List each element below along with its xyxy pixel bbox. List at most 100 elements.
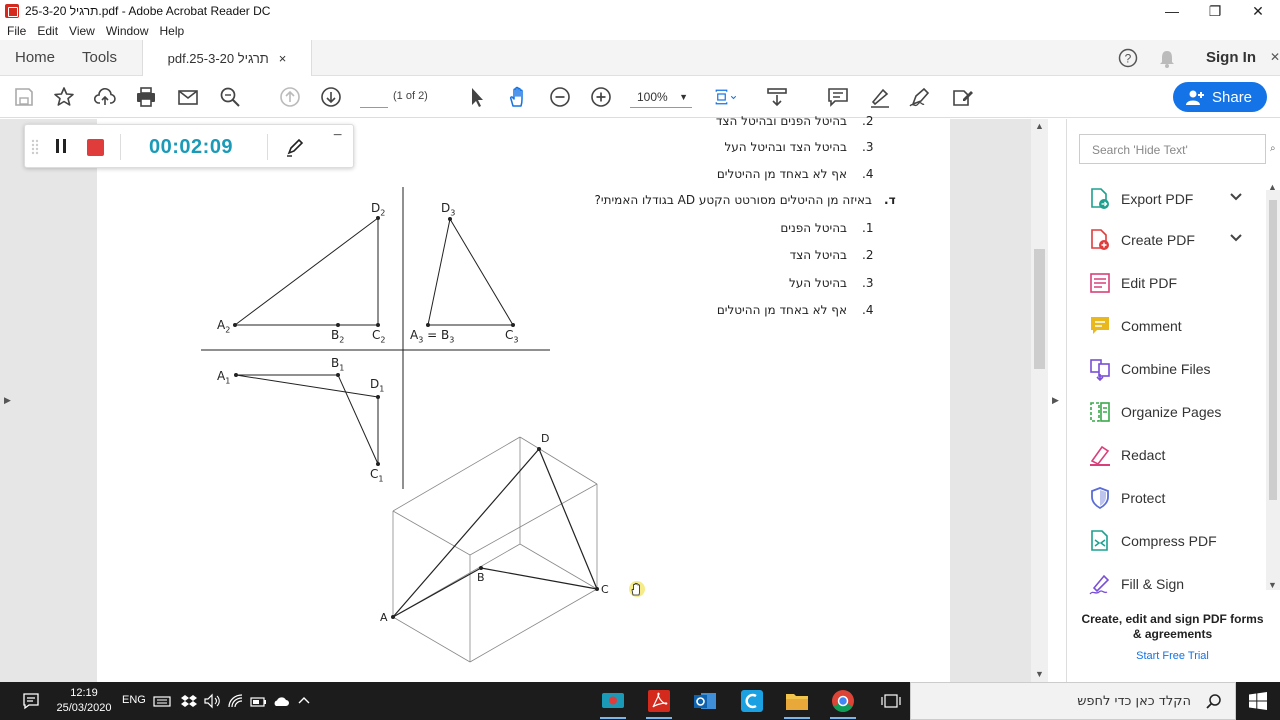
app-c-icon (741, 690, 763, 712)
find-search-icon[interactable] (218, 85, 242, 109)
menu-help[interactable]: Help (160, 24, 185, 38)
battery-icon[interactable] (249, 692, 267, 710)
tool-create-pdf[interactable]: Create PDF (1088, 226, 1242, 254)
sign-in-link[interactable]: Sign In (1206, 40, 1256, 76)
hand-tool-icon[interactable] (506, 85, 530, 109)
input-language[interactable]: ENG (122, 694, 146, 706)
scrollbar-thumb[interactable] (1034, 249, 1045, 369)
shield-icon (1091, 487, 1109, 510)
document-viewport[interactable]: D2 A2 B2 C2 D3 A3 = B3 C3 A1 B1 D1 C1 D … (0, 114, 1048, 682)
task-view-icon[interactable] (881, 692, 901, 710)
document-scrollbar[interactable]: ▲ ▼ (1031, 119, 1048, 682)
volume-icon[interactable] (203, 692, 221, 710)
tool-fill-sign[interactable]: Fill & Sign (1088, 570, 1184, 598)
page-number-input[interactable] (360, 86, 388, 108)
stop-icon[interactable] (87, 139, 104, 156)
chevron-down-icon[interactable] (1228, 230, 1244, 246)
notification-center-icon[interactable] (22, 692, 40, 710)
taskbar-app-c[interactable] (737, 686, 767, 716)
scroll-down-icon[interactable]: ▼ (1035, 669, 1044, 679)
tool-combine-files[interactable]: Combine Files (1088, 355, 1210, 383)
tool-comment[interactable]: Comment (1088, 312, 1182, 340)
tools-pane-scrollbar[interactable] (1266, 190, 1280, 590)
menu-view[interactable]: View (69, 24, 95, 38)
tool-compress-pdf[interactable]: Compress PDF (1088, 527, 1217, 555)
label-a2: A2 (217, 318, 231, 335)
start-free-trial-link[interactable]: Start Free Trial (1079, 650, 1266, 662)
print-icon[interactable] (134, 85, 158, 109)
keyboard-icon[interactable] (153, 692, 171, 710)
minimize-button[interactable]: — (1150, 0, 1194, 22)
pause-icon[interactable] (53, 138, 69, 156)
taskbar-acrobat[interactable] (644, 686, 674, 719)
next-page-icon[interactable] (319, 85, 343, 109)
bookmark-star-icon[interactable] (52, 85, 76, 109)
pdf-page: D2 A2 B2 C2 D3 A3 = B3 C3 A1 B1 D1 C1 D … (97, 114, 950, 682)
minimize-widget-icon[interactable]: − (333, 127, 342, 145)
save-icon[interactable] (12, 85, 36, 109)
tools-search-input[interactable]: Search 'Hide Text' (1079, 134, 1266, 164)
email-icon[interactable] (176, 85, 200, 109)
option-num: .3 (862, 140, 874, 154)
tab-close-panel-icon[interactable]: ✕ (1270, 50, 1280, 64)
dropbox-icon[interactable] (180, 692, 198, 710)
chevron-down-icon[interactable] (1228, 189, 1244, 205)
tab-tools[interactable]: Tools (82, 40, 117, 76)
search-icon[interactable]: ⌕ (1270, 143, 1276, 154)
windows-start-icon[interactable] (1249, 692, 1267, 710)
taskbar-search-box[interactable]: הקלד כאן כדי לחפש (910, 682, 1236, 720)
sign-pen-icon[interactable] (908, 85, 932, 109)
tool-edit-pdf[interactable]: Edit PDF (1088, 269, 1177, 297)
menu-edit[interactable]: Edit (37, 24, 58, 38)
select-cursor-icon[interactable] (465, 85, 489, 109)
taskbar-file-explorer[interactable] (782, 686, 812, 719)
scroll-mode-icon[interactable] (765, 85, 789, 109)
add-person-icon (1186, 90, 1204, 105)
outlook-icon (694, 693, 716, 709)
pen-draw-icon[interactable] (285, 137, 305, 157)
tab-bar: Home Tools pdf.25-3-20 תרגיל × ? Sign In… (0, 40, 1280, 77)
scroll-up-icon[interactable]: ▲ (1268, 182, 1277, 192)
comment-icon[interactable] (826, 85, 850, 109)
upload-cloud-icon[interactable] (93, 85, 117, 109)
bell-icon[interactable] (1158, 49, 1176, 68)
scroll-up-icon[interactable]: ▲ (1035, 121, 1044, 131)
tool-organize-pages[interactable]: Organize Pages (1088, 398, 1221, 426)
menu-file[interactable]: File (7, 24, 26, 38)
tool-export-pdf[interactable]: Export PDF (1088, 185, 1242, 213)
page-fit-icon[interactable] (714, 85, 746, 109)
option-num: .2 (862, 248, 874, 262)
tool-redact[interactable]: Redact (1088, 441, 1165, 469)
share-button[interactable]: Share (1173, 82, 1267, 112)
menu-window[interactable]: Window (106, 24, 149, 38)
edit-pdf-icon (1090, 273, 1110, 293)
zoom-in-icon[interactable] (589, 85, 613, 109)
highlight-pen-icon[interactable] (868, 85, 892, 109)
close-button[interactable]: ✕ (1236, 0, 1280, 22)
previous-page-icon[interactable] (278, 85, 302, 109)
help-icon[interactable]: ? (1118, 48, 1138, 68)
label-c2: C2 (372, 328, 386, 345)
wifi-icon[interactable] (227, 692, 245, 710)
tab-document[interactable]: pdf.25-3-20 תרגיל × (142, 40, 312, 77)
restore-button[interactable]: ❐ (1193, 0, 1237, 22)
fill-sign-icon[interactable] (950, 85, 974, 109)
left-panel-toggle-icon[interactable]: ▶ (4, 395, 11, 406)
zoom-out-icon[interactable] (548, 85, 572, 109)
option-text: בהיטל הפנים (780, 221, 847, 235)
label-c3: C3 (505, 328, 519, 345)
tab-home[interactable]: Home (15, 40, 55, 76)
zoom-level-dropdown[interactable]: 100% ▼ (630, 86, 692, 108)
chevron-up-icon[interactable] (295, 692, 313, 710)
taskbar-clock[interactable]: 12:19 25/03/2020 (56, 686, 112, 716)
scrollbar-thumb[interactable] (1269, 200, 1277, 500)
taskbar-outlook[interactable] (690, 686, 720, 716)
tab-close-icon[interactable]: × (279, 51, 287, 66)
scroll-down-icon[interactable]: ▼ (1268, 580, 1277, 590)
taskbar-screen-recorder[interactable] (598, 686, 628, 719)
taskbar-chrome[interactable] (828, 686, 858, 719)
onedrive-cloud-icon[interactable] (272, 692, 290, 710)
drag-handle-icon[interactable] (31, 139, 39, 155)
right-panel-toggle-icon[interactable]: ▶ (1052, 395, 1059, 406)
tool-protect[interactable]: Protect (1088, 484, 1165, 512)
